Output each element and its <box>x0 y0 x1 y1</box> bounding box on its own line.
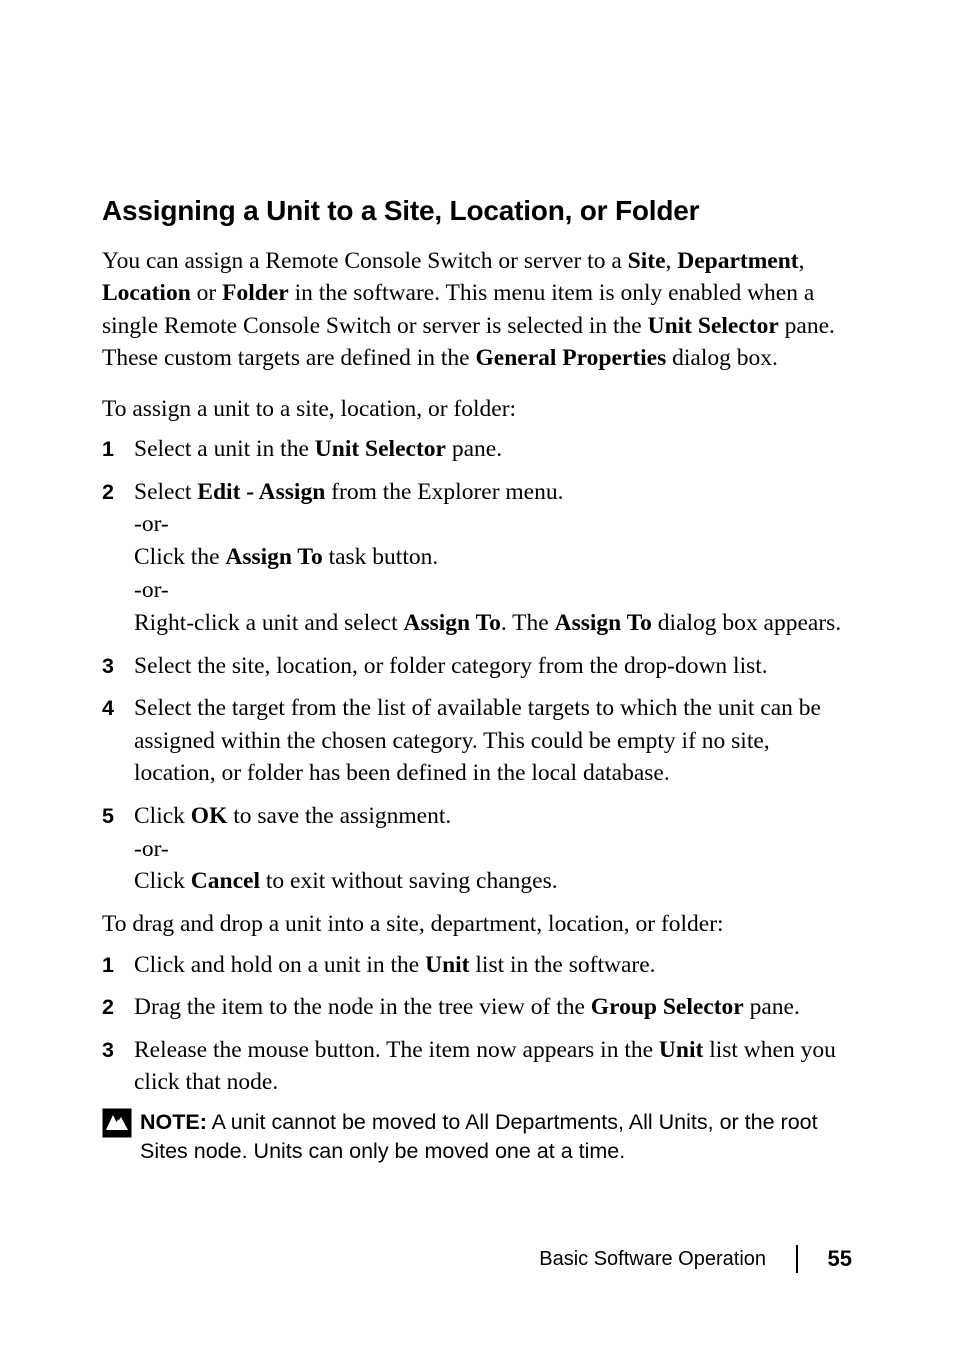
lead-text-2: To drag and drop a unit into a site, dep… <box>102 908 852 940</box>
bold-unit: Unit <box>425 952 469 978</box>
text: Click <box>134 868 191 894</box>
text: dialog box appears. <box>652 610 841 636</box>
text: You can assign a Remote Console Switch o… <box>102 248 628 274</box>
bold-department: Department <box>677 248 798 274</box>
bold-cancel: Cancel <box>191 868 260 894</box>
text: or <box>191 280 222 306</box>
page-footer: Basic Software Operation 55 <box>539 1245 852 1273</box>
list-number: 3 <box>102 1034 134 1099</box>
note-label: NOTE: <box>140 1110 207 1134</box>
text: task button. <box>323 544 439 570</box>
bold-unit-selector: Unit Selector <box>648 313 779 339</box>
bold-edit-assign: Edit - Assign <box>197 479 325 505</box>
bold-general-properties: General Properties <box>475 345 666 371</box>
footer-page-number: 55 <box>828 1246 852 1272</box>
list-number: 5 <box>102 800 134 899</box>
list-item: 2 Select Edit - Assign from the Explorer… <box>102 476 852 640</box>
text: Click and hold on a unit in the <box>134 952 425 978</box>
text: Right-click a unit and select <box>134 610 404 636</box>
text: . The <box>501 610 555 636</box>
bold-assign-to: Assign To <box>404 610 501 636</box>
text: Click the <box>134 544 225 570</box>
bold-folder: Folder <box>222 280 289 306</box>
footer-section-name: Basic Software Operation <box>539 1248 766 1271</box>
list-number: 4 <box>102 692 134 789</box>
footer-separator <box>796 1245 798 1273</box>
text: Click <box>134 803 191 829</box>
text: , <box>799 248 805 274</box>
list-number: 3 <box>102 650 134 682</box>
section-heading: Assigning a Unit to a Site, Location, or… <box>102 195 852 227</box>
list-item: 1 Select a unit in the Unit Selector pan… <box>102 433 852 465</box>
text: from the Explorer menu. <box>325 479 563 505</box>
text: pane. <box>446 436 502 462</box>
list-item: 3 Select the site, location, or folder c… <box>102 650 852 682</box>
bold-site: Site <box>628 248 666 274</box>
list-item: 1 Click and hold on a unit in the Unit l… <box>102 949 852 981</box>
list-number: 1 <box>102 433 134 465</box>
text: , <box>666 248 678 274</box>
text: to save the assignment. <box>227 803 451 829</box>
or-text: -or- <box>134 508 852 541</box>
bold-assign-to: Assign To <box>555 610 652 636</box>
text: Select <box>134 479 197 505</box>
list-body-text: Select the target from the list of avail… <box>134 692 852 789</box>
bold-group-selector: Group Selector <box>591 994 744 1020</box>
list-number: 2 <box>102 476 134 640</box>
intro-paragraph: You can assign a Remote Console Switch o… <box>102 245 852 375</box>
lead-text-1: To assign a unit to a site, location, or… <box>102 393 852 425</box>
list-number: 2 <box>102 991 134 1023</box>
bold-unit: Unit <box>659 1037 703 1063</box>
list-item: 4 Select the target from the list of ava… <box>102 692 852 789</box>
bold-ok: OK <box>191 803 228 829</box>
note-icon <box>102 1108 132 1138</box>
text: Drag the item to the node in the tree vi… <box>134 994 591 1020</box>
or-text: -or- <box>134 833 852 866</box>
list-item: 3 Release the mouse button. The item now… <box>102 1034 852 1099</box>
bold-location: Location <box>102 280 191 306</box>
text: Release the mouse button. The item now a… <box>134 1037 659 1063</box>
note-block: NOTE: A unit cannot be moved to All Depa… <box>102 1108 852 1166</box>
note-body: A unit cannot be moved to All Department… <box>140 1110 818 1163</box>
or-text: -or- <box>134 574 852 607</box>
text: pane. <box>744 994 800 1020</box>
list-item: 2 Drag the item to the node in the tree … <box>102 991 852 1023</box>
list-item: 5 Click OK to save the assignment. -or- … <box>102 800 852 899</box>
text: list in the software. <box>470 952 656 978</box>
list-number: 1 <box>102 949 134 981</box>
text: to exit without saving changes. <box>260 868 558 894</box>
bold-assign-to: Assign To <box>225 544 322 570</box>
list-body-text: Select the site, location, or folder cat… <box>134 650 852 682</box>
bold-unit-selector: Unit Selector <box>315 436 446 462</box>
text: dialog box. <box>666 345 778 371</box>
text: Select a unit in the <box>134 436 315 462</box>
